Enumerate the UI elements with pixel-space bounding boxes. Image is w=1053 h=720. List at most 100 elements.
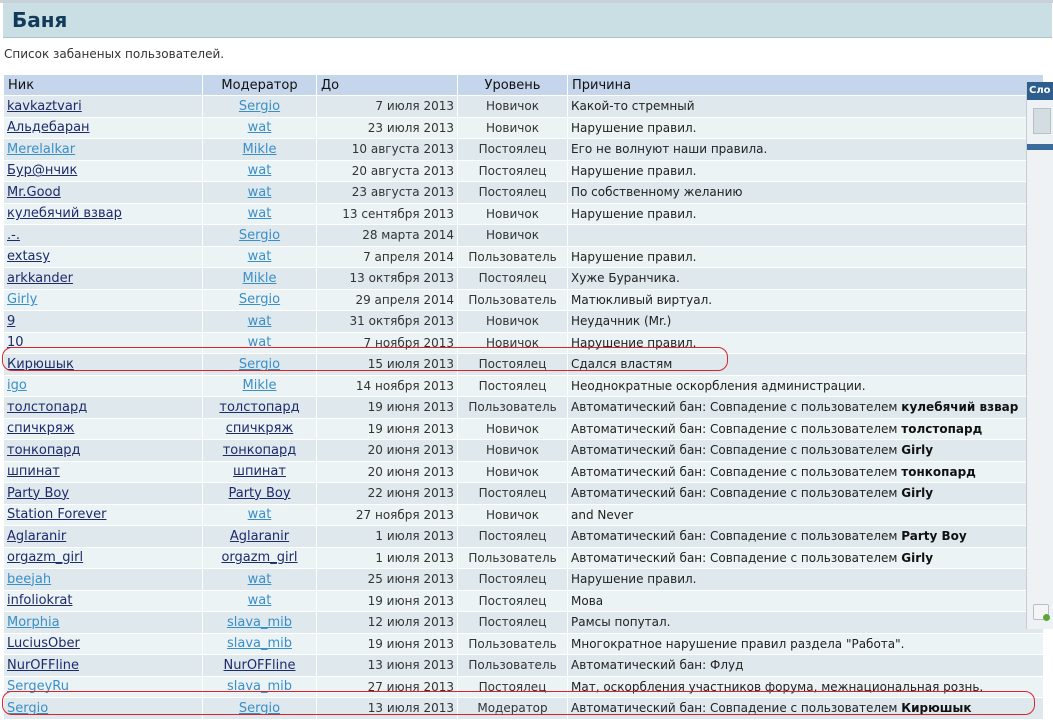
- moderator-link[interactable]: Sergio: [239, 701, 280, 716]
- user-link[interactable]: kavkaztvari: [7, 99, 82, 114]
- cell-reason: Нарушение правил.: [568, 117, 1044, 139]
- user-link[interactable]: Sergio: [7, 701, 48, 716]
- column-header-moderator[interactable]: Модератор: [203, 75, 317, 96]
- user-link[interactable]: Кирюшык: [7, 357, 74, 372]
- user-link[interactable]: Party Boy: [7, 486, 69, 501]
- moderator-link[interactable]: шпинат: [233, 464, 286, 479]
- user-link[interactable]: Mr.Good: [7, 185, 61, 200]
- moderator-link[interactable]: wat: [248, 572, 272, 587]
- reason-text: Автоматический бан: Совпадение с пользов…: [571, 550, 902, 565]
- cell-level: Модератор: [458, 698, 568, 720]
- reason-text: Автоматический бан: Совпадение с пользов…: [571, 529, 902, 544]
- moderator-link[interactable]: wat: [248, 507, 272, 522]
- cell-level: Новичок: [458, 440, 568, 462]
- cell-reason: Автоматический бан: Совпадение с пользов…: [568, 698, 1044, 720]
- cell-until-date: 20 августа 2013: [317, 160, 458, 182]
- moderator-link[interactable]: wat: [248, 314, 272, 329]
- matched-user-name: толстопард: [901, 421, 983, 436]
- moderator-link[interactable]: Party Boy: [228, 486, 290, 501]
- cell-until-date: 28 марта 2014: [317, 225, 458, 247]
- user-link[interactable]: beejah: [7, 572, 51, 587]
- column-header-until[interactable]: До: [317, 75, 458, 96]
- moderator-link[interactable]: толстопард: [219, 400, 299, 415]
- cell-level: Постоялец: [458, 139, 568, 161]
- moderator-link[interactable]: Mikle: [243, 142, 277, 157]
- user-link[interactable]: 9: [7, 314, 15, 329]
- user-link[interactable]: extasy: [7, 249, 50, 264]
- user-link[interactable]: SergeyRu: [7, 679, 69, 694]
- moderator-link[interactable]: wat: [248, 593, 272, 608]
- user-link[interactable]: кулебячий взвар: [7, 206, 122, 221]
- reason-text: Автоматический бан: Совпадение с пользов…: [571, 443, 902, 458]
- user-link[interactable]: Morphia: [7, 615, 60, 630]
- cell-level: Постоялец: [458, 483, 568, 505]
- user-link[interactable]: infoliokrat: [7, 593, 73, 608]
- moderator-link[interactable]: wat: [248, 120, 272, 135]
- cell-moderator: slava_mib: [203, 612, 317, 634]
- moderator-link[interactable]: wat: [248, 249, 272, 264]
- user-link[interactable]: Girly: [7, 292, 37, 307]
- moderator-link[interactable]: slava_mib: [227, 615, 292, 630]
- user-link[interactable]: тонкопард: [7, 443, 81, 458]
- moderator-link[interactable]: Sergio: [239, 228, 280, 243]
- reason-text: Автоматический бан: Совпадение с пользов…: [571, 701, 902, 716]
- moderator-link[interactable]: Sergio: [239, 292, 280, 307]
- user-link[interactable]: .-.: [7, 228, 20, 243]
- cell-level: Новичок: [458, 332, 568, 354]
- moderator-link[interactable]: orgazm_girl: [221, 550, 297, 565]
- moderator-link[interactable]: wat: [248, 185, 272, 200]
- cell-nick: orgazm_girl: [4, 547, 203, 569]
- user-link[interactable]: спичкряж: [7, 421, 74, 436]
- moderator-link[interactable]: slava_mib: [227, 636, 292, 651]
- column-header-nick[interactable]: Ник: [4, 75, 203, 96]
- cell-until-date: 15 июля 2013: [317, 354, 458, 376]
- moderator-link[interactable]: slava_mib: [227, 679, 292, 694]
- cell-moderator: wat: [203, 203, 317, 225]
- moderator-link[interactable]: Sergio: [239, 357, 280, 372]
- table-row: infoliokrat wat 19 июня 2013 Постоялец Мова: [4, 590, 1044, 612]
- user-link[interactable]: Бур@нчик: [7, 163, 77, 178]
- moderator-link[interactable]: wat: [248, 335, 272, 350]
- column-header-reason[interactable]: Причина: [568, 75, 1044, 96]
- table-row: LuciusOber slava_mib 19 июня 2013 Пользоват…: [4, 633, 1044, 655]
- column-header-level[interactable]: Уровень: [458, 75, 568, 96]
- cell-moderator: Sergio: [203, 96, 317, 118]
- user-link[interactable]: Station Forever: [7, 507, 106, 522]
- side-panel-header[interactable]: Сло: [1027, 82, 1053, 100]
- moderator-link[interactable]: Mikle: [243, 271, 277, 286]
- cell-moderator: slava_mib: [203, 676, 317, 698]
- moderator-link[interactable]: Sergio: [239, 99, 280, 114]
- table-row: Merelalkar Mikle 10 августа 2013 Постоялец Е…: [4, 139, 1044, 161]
- user-link[interactable]: толстопард: [7, 400, 87, 415]
- moderator-link[interactable]: тонкопард: [223, 443, 297, 458]
- cell-nick: тонкопард: [4, 440, 203, 462]
- cell-nick: кулебячий взвар: [4, 203, 203, 225]
- cell-moderator: wat: [203, 182, 317, 204]
- moderator-link[interactable]: wat: [248, 163, 272, 178]
- add-note-icon[interactable]: [1033, 604, 1050, 621]
- moderator-link[interactable]: Aglaranir: [230, 529, 289, 544]
- user-link[interactable]: igo: [7, 378, 27, 393]
- moderator-link[interactable]: Mikle: [243, 378, 277, 393]
- user-link[interactable]: Merelalkar: [7, 142, 75, 157]
- user-link[interactable]: Альдебаран: [7, 120, 90, 135]
- cell-moderator: тонкопард: [203, 440, 317, 462]
- moderator-link[interactable]: NurOFFline: [224, 658, 296, 673]
- reason-text: Нарушение правил.: [571, 163, 697, 178]
- user-link[interactable]: шпинат: [7, 464, 60, 479]
- moderator-link[interactable]: wat: [248, 206, 272, 221]
- user-link[interactable]: NurOFFline: [7, 658, 79, 673]
- cell-until-date: 31 октября 2013: [317, 311, 458, 333]
- user-link[interactable]: orgazm_girl: [7, 550, 83, 565]
- moderator-link[interactable]: спичкряж: [226, 421, 293, 436]
- cell-reason: Матюкливый виртуал.: [568, 289, 1044, 311]
- cell-reason: Какой-то стремный: [568, 96, 1044, 118]
- cell-reason: Рамсы попутал.: [568, 612, 1044, 634]
- user-link[interactable]: LuciusOber: [7, 636, 80, 651]
- user-link[interactable]: 10: [7, 335, 24, 350]
- user-link[interactable]: arkkander: [7, 271, 73, 286]
- list-thumbnail-icon[interactable]: [1033, 108, 1051, 134]
- reason-text: Автоматический бан: Совпадение с пользов…: [571, 486, 902, 501]
- user-link[interactable]: Aglaranir: [7, 529, 66, 544]
- cell-level: Постоялец: [458, 590, 568, 612]
